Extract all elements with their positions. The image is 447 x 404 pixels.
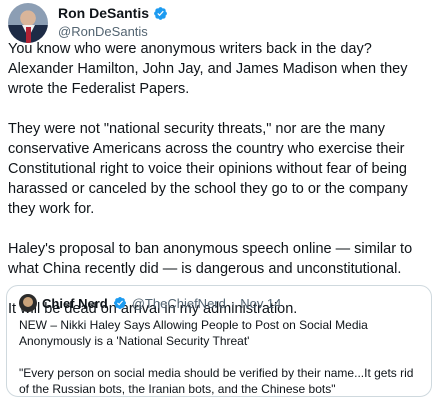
quoted-tweet-header: Chief Nerd @TheChiefNerd · Nov 14 bbox=[19, 294, 419, 312]
meta-separator: · bbox=[230, 295, 236, 311]
author-avatar[interactable] bbox=[8, 3, 48, 43]
quoted-author-handle[interactable]: @TheChiefNerd bbox=[132, 296, 226, 311]
quoted-tweet-card[interactable]: Chief Nerd @TheChiefNerd · Nov 14 NEW – … bbox=[6, 285, 432, 397]
author-name-row: Ron DeSantis bbox=[58, 5, 168, 21]
quoted-author-name[interactable]: Chief Nerd bbox=[42, 296, 108, 311]
verified-badge-icon bbox=[154, 6, 167, 20]
verified-badge-icon bbox=[113, 297, 126, 309]
quoted-tweet-date[interactable]: Nov 14 bbox=[240, 296, 281, 311]
author-display-name[interactable]: Ron DeSantis bbox=[58, 5, 149, 21]
tweet-paragraph: Haley's proposal to ban anonymous speech… bbox=[8, 241, 413, 277]
author-handle[interactable]: @RonDeSantis bbox=[58, 24, 148, 39]
quoted-author-avatar[interactable] bbox=[19, 294, 37, 312]
tweet-paragraph: You know who were anonymous writers back… bbox=[8, 41, 408, 97]
tweet-paragraph: They were not "national security threats… bbox=[8, 121, 408, 217]
tweet-header: Ron DeSantis @RonDeSantis bbox=[8, 3, 438, 43]
quoted-paragraph: "Every person on social media should be … bbox=[19, 366, 414, 396]
quoted-paragraph: NEW – Nikki Haley Says Allowing People t… bbox=[19, 318, 368, 348]
quoted-tweet-text: NEW – Nikki Haley Says Allowing People t… bbox=[19, 317, 419, 397]
